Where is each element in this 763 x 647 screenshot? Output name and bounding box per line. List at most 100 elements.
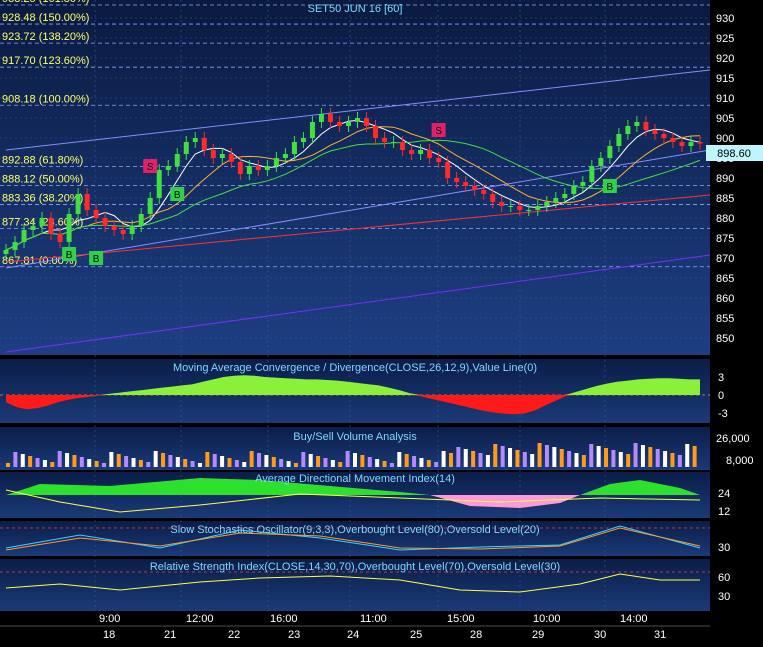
candle-body [598,158,604,166]
volume-y-tick: 26,000 [716,433,750,445]
x-date-label: 24 [347,629,359,641]
volume-bar [626,454,631,467]
volume-bar [138,460,143,467]
volume-bar [197,463,202,467]
price-y-tick: 865 [716,273,734,285]
volume-bar [257,453,262,467]
candle-body [192,138,198,142]
candle-body [48,218,54,234]
candle-body [147,198,153,214]
candle-body [643,122,649,130]
volume-bar [124,456,129,467]
volume-bar [249,451,254,467]
candle-body [300,138,306,142]
volume-bar [663,451,668,467]
candle-body [661,134,667,138]
volume-bar [264,455,269,467]
volume-bar [57,451,62,467]
volume-bar [146,462,151,467]
x-date-label: 25 [410,629,422,641]
marker-label: B [93,254,100,265]
price-y-tick: 920 [716,53,734,65]
volume-bar [87,459,92,467]
candle-body [400,142,406,150]
marker-label: B [66,250,73,261]
candle-body [634,122,640,126]
volume-bar [94,461,99,467]
candle-body [291,142,297,154]
candle-body [111,226,117,230]
volume-bar [360,455,365,467]
x-date-label: 23 [288,629,300,641]
candle-body [517,206,523,210]
candle-body [445,162,451,178]
volume-bar [242,462,247,467]
macd-y-tick: -3 [718,408,728,420]
volume-bar [530,454,535,467]
volume-bar [65,453,70,467]
volume-bar [604,448,609,467]
volume-bar [212,454,217,467]
candle-body [580,182,586,186]
fib-label: 883.36 (38.20%) [2,193,83,205]
volume-bar [552,447,557,467]
price-y-tick: 915 [716,73,734,85]
candle-body [3,250,9,254]
fib-label: 908.18 (100.00%) [2,93,89,105]
candle-body [409,150,415,154]
marker-label: S [435,126,442,137]
volume-bar [72,455,77,467]
x-time-label: 11:00 [360,613,387,625]
candle-body [391,142,397,143]
candle-body [571,186,577,194]
candle-body [607,146,613,158]
volume-bar [234,460,239,467]
marker-label: S [147,162,154,173]
volume-bar [183,459,188,467]
volume-bar [596,446,601,467]
price-panel[interactable] [0,0,710,355]
volume-bar [153,451,158,467]
volume-bar [375,459,380,467]
candle-body [102,218,108,226]
candle-body [30,226,36,230]
fib-label: 928.48 (150.00%) [2,12,89,24]
candle-body [129,226,135,234]
rsi-y-tick: 60 [718,572,730,584]
candle-body [57,234,63,242]
candle-body [156,170,162,198]
volume-bar [618,452,623,467]
volume-bar [286,461,291,467]
candle-body [165,166,171,170]
x-date-label: 28 [470,629,482,641]
price-y-tick: 930 [716,13,734,25]
volume-bar [522,452,527,467]
candle-body [237,162,243,174]
volume-bar [389,463,394,467]
price-y-tick: 925 [716,33,734,45]
candle-body [463,182,469,186]
volume-bar [574,453,579,467]
volume-bar [161,453,166,467]
price-y-tick: 885 [716,193,734,205]
macd-y-tick: 3 [718,372,724,384]
volume-bar [589,444,594,467]
candle-body [84,194,90,210]
candle-body [436,158,442,162]
fib-label: 933.25 (161.80%) [2,0,89,5]
chart-root: 933.25 (161.80%) 928.48 (150.00%) 923.72 (… [0,0,763,642]
volume-bar [50,462,55,467]
candle-body [364,118,370,126]
candle-body [697,142,703,144]
marker-label: B [174,190,181,201]
candle-body [12,242,18,250]
volume-bar [670,453,675,467]
candle-body [255,166,261,170]
volume-bar [35,458,40,467]
candle-body [309,122,315,138]
volume-bar [500,446,505,467]
x-time-label: 10:00 [533,613,561,625]
volume-bar [79,457,84,467]
volume-bar [353,453,357,467]
candle-body [652,130,658,134]
